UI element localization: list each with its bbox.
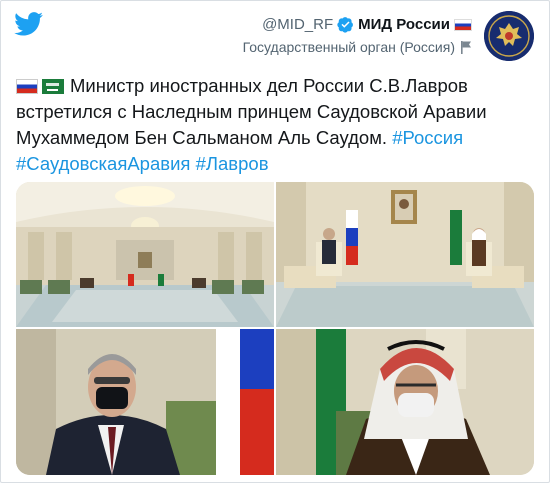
saudi-flag-icon [42, 79, 64, 94]
photo-meeting-hall [16, 182, 274, 327]
government-flag-icon[interactable] [461, 40, 472, 54]
flag-emojis [16, 79, 64, 94]
tweet-text: Министр иностранных дел России С.В.Лавро… [16, 73, 536, 177]
media-grid [16, 182, 534, 475]
account-label: Государственный орган (Россия) [243, 39, 472, 55]
hashtag-link[interactable]: #Россия [392, 127, 463, 148]
photo-3[interactable] [16, 329, 274, 475]
twitter-bird-icon[interactable] [14, 12, 44, 36]
author-handle[interactable]: @MID_RF [262, 16, 333, 33]
author-line[interactable]: @MID_RF МИД России [262, 16, 472, 33]
author-display-name[interactable]: МИД России [358, 16, 450, 33]
russia-flag-icon [454, 18, 472, 31]
photo-crown-prince-closeup [276, 329, 534, 475]
photo-2[interactable] [276, 182, 534, 327]
photo-seated-meeting [276, 182, 534, 327]
hashtag-link[interactable]: #СаудовскаяАравия [16, 153, 190, 174]
emblem-avatar[interactable] [484, 11, 534, 61]
verified-badge-icon [337, 17, 354, 33]
government-label-text: Государственный орган (Россия) [242, 39, 455, 55]
emblem-icon [484, 11, 534, 61]
russia-flag-icon [16, 79, 38, 94]
hashtag-link[interactable]: #Лавров [196, 153, 269, 174]
photo-4[interactable] [276, 329, 534, 475]
photo-lavrov-closeup [16, 329, 274, 475]
photo-1[interactable] [16, 182, 274, 327]
